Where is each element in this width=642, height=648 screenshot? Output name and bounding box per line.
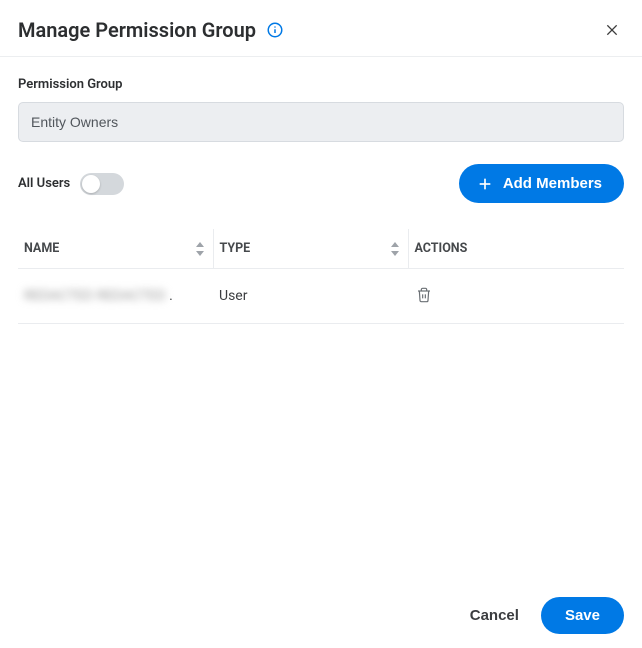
save-button[interactable]: Save [541,597,624,634]
add-members-button[interactable]: Add Members [459,164,624,203]
cell-actions [408,269,624,324]
plus-icon [477,176,493,192]
sort-icon [390,242,400,256]
add-members-label: Add Members [503,175,602,192]
members-table-wrap: NAME TYPE [0,203,642,324]
column-header-type[interactable]: TYPE [213,229,408,269]
all-users-label: All Users [18,176,70,191]
permission-group-input[interactable] [18,102,624,142]
cell-type: User [213,269,408,324]
table-row: REDACTED REDACTED . User [18,269,624,324]
cancel-button[interactable]: Cancel [470,607,519,624]
dialog-header: Manage Permission Group [0,0,642,57]
all-users-toggle[interactable] [80,173,124,195]
dialog-title: Manage Permission Group [18,18,256,42]
dialog-footer: Cancel Save [470,597,624,634]
member-name: REDACTED REDACTED [24,288,166,304]
column-header-name[interactable]: NAME [18,229,213,269]
members-table: NAME TYPE [18,229,624,324]
delete-row-button[interactable] [414,285,434,305]
column-header-type-label: TYPE [220,241,251,256]
form-section: Permission Group All Users Add Members [0,57,642,203]
close-button[interactable] [600,18,624,42]
toggle-row: All Users Add Members [18,164,624,203]
column-header-name-label: NAME [24,241,59,256]
column-header-actions-label: ACTIONS [415,241,468,256]
permission-group-label: Permission Group [18,77,624,92]
info-icon[interactable] [266,21,284,39]
sort-icon [195,242,205,256]
column-header-actions: ACTIONS [408,229,624,269]
close-icon [604,22,620,38]
toggle-knob [82,175,100,193]
trash-icon [416,287,432,303]
cell-name: REDACTED REDACTED . [18,269,213,324]
